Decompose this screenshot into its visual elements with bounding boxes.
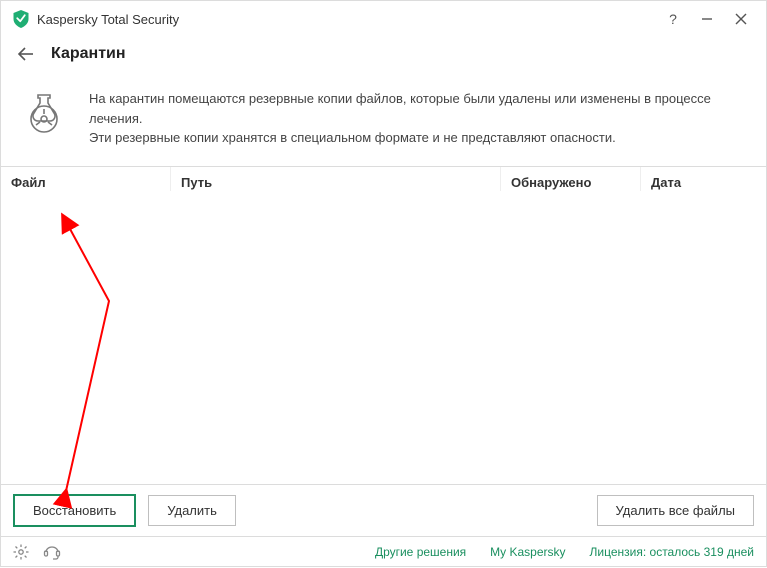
- restore-button[interactable]: Восстановить: [13, 494, 136, 527]
- info-line-1: На карантин помещаются резервные копии ф…: [89, 89, 746, 128]
- svg-text:?: ?: [669, 12, 677, 26]
- settings-icon[interactable]: [13, 544, 29, 560]
- info-line-2: Эти резервные копии хранятся в специальн…: [89, 128, 746, 148]
- shield-icon: [13, 10, 29, 28]
- delete-all-button[interactable]: Удалить все файлы: [597, 495, 754, 526]
- grid-empty-area: [1, 191, 766, 484]
- product-name: Kaspersky Total Security: [37, 12, 179, 27]
- footer-link-other[interactable]: Другие решения: [375, 545, 466, 559]
- back-button[interactable]: [13, 41, 39, 67]
- footer: Другие решения My Kaspersky Лицензия: ос…: [1, 536, 766, 566]
- action-bar: Восстановить Удалить Удалить все файлы: [1, 484, 766, 536]
- support-icon[interactable]: [43, 544, 61, 560]
- quarantine-flask-icon: [21, 89, 67, 135]
- info-panel: На карантин помещаются резервные копии ф…: [1, 71, 766, 166]
- minimize-button[interactable]: [690, 5, 724, 33]
- help-button[interactable]: ?: [656, 5, 690, 33]
- info-text: На карантин помещаются резервные копии ф…: [89, 89, 746, 148]
- title-bar: Kaspersky Total Security ?: [1, 1, 766, 37]
- footer-link-license[interactable]: Лицензия: осталось 319 дней: [590, 545, 754, 559]
- page-title: Карантин: [51, 45, 126, 63]
- delete-button[interactable]: Удалить: [148, 495, 236, 526]
- sub-header: Карантин: [1, 37, 766, 71]
- footer-link-mykaspersky[interactable]: My Kaspersky: [490, 545, 565, 559]
- close-button[interactable]: [724, 5, 758, 33]
